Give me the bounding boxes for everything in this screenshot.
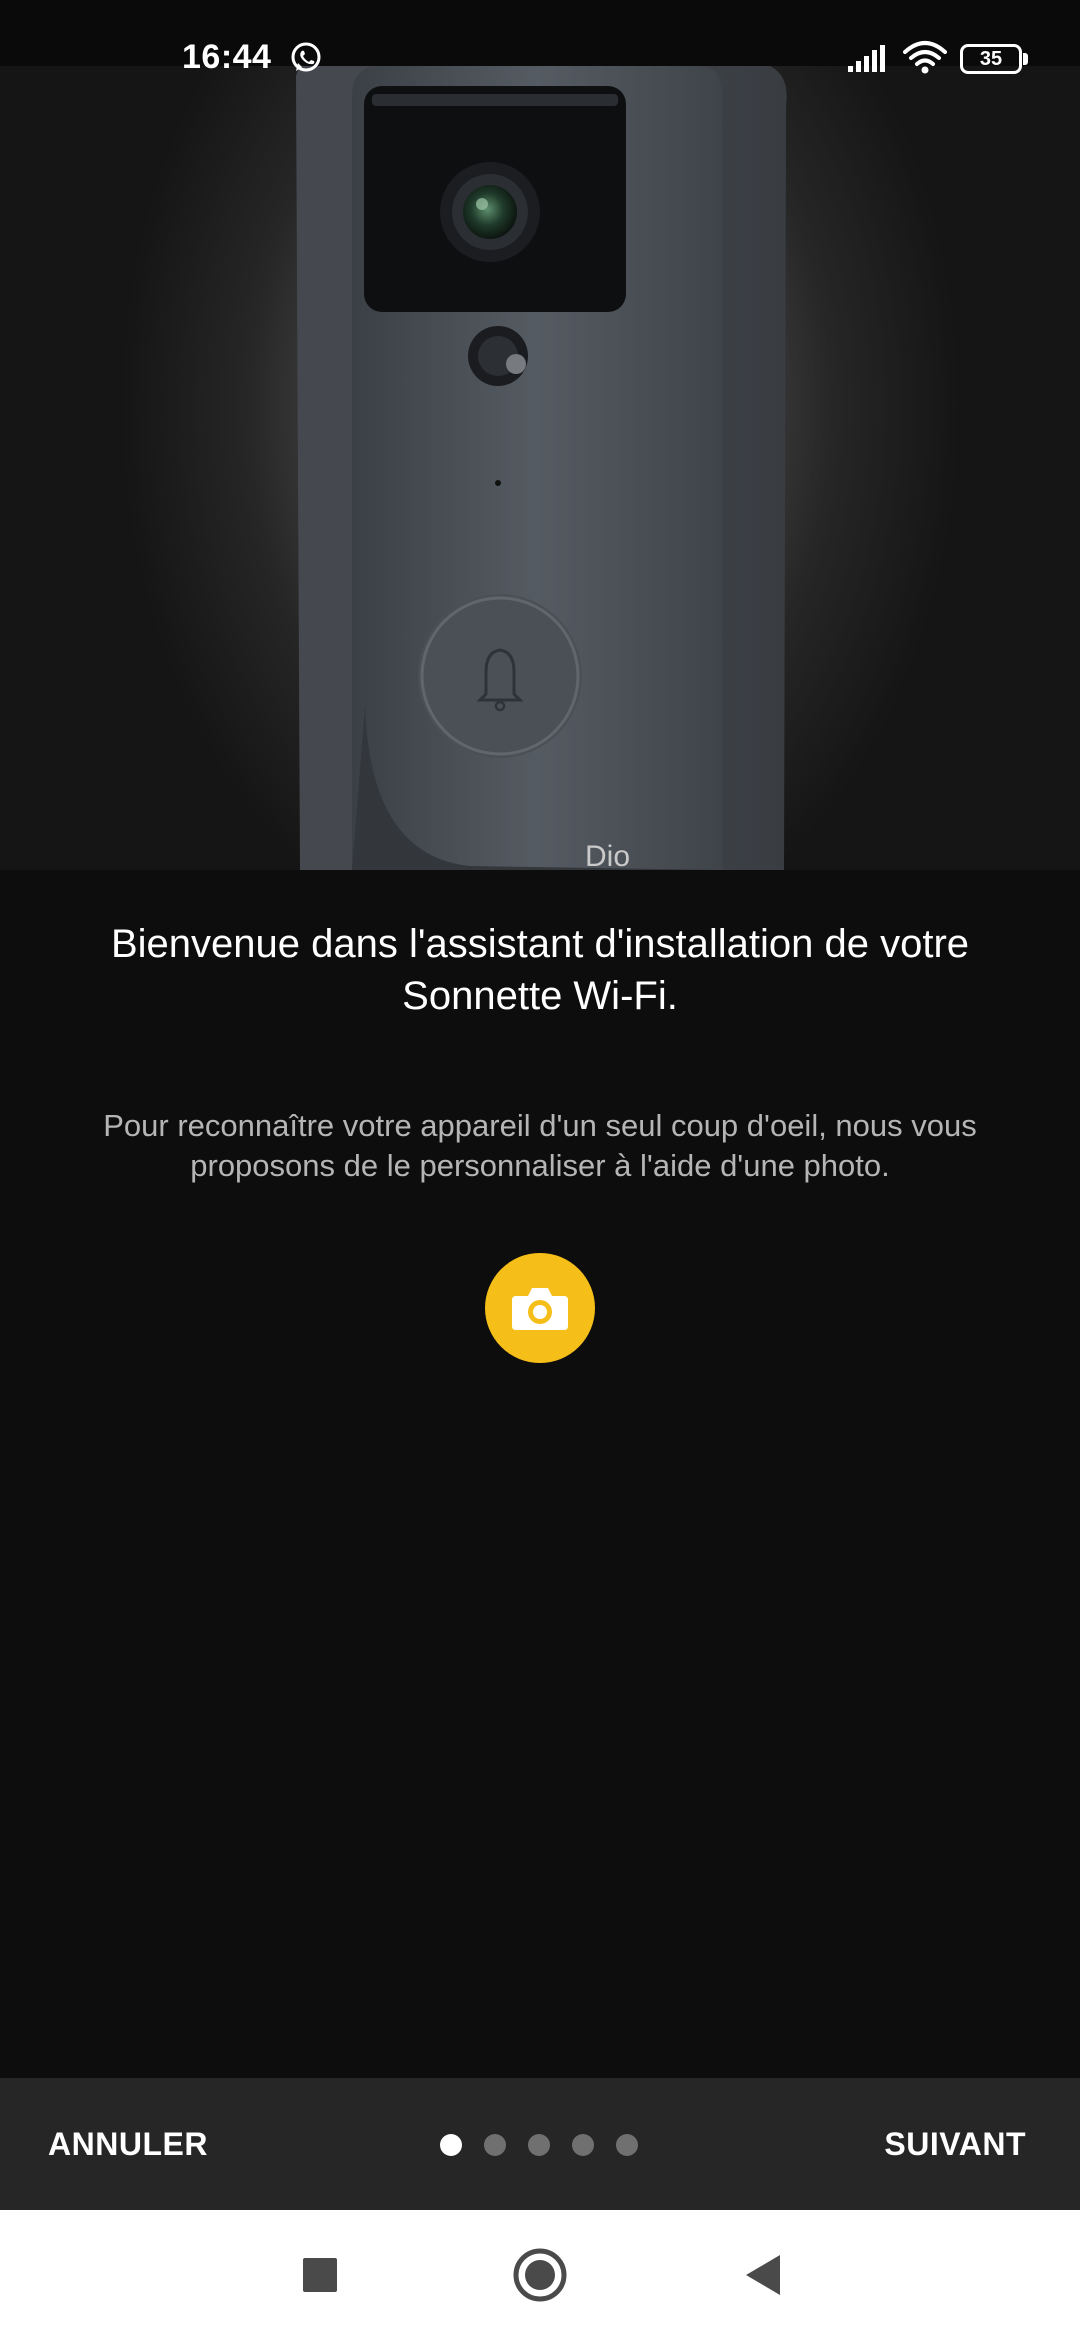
page-dot-1 xyxy=(440,2134,462,2156)
wifi-icon xyxy=(903,41,947,74)
next-button[interactable]: SUIVANT xyxy=(884,2078,1026,2210)
status-time: 16:44 xyxy=(182,38,272,76)
back-triangle-icon xyxy=(746,2255,780,2295)
wizard-footer: ANNULER SUIVANT xyxy=(0,2078,1080,2210)
recents-square-icon xyxy=(303,2258,337,2292)
page-dot-2 xyxy=(484,2134,506,2156)
take-photo-button[interactable] xyxy=(485,1253,595,1363)
recents-button[interactable] xyxy=(260,2210,380,2340)
photo-description: Pour reconnaître votre appareil d'un seu… xyxy=(103,1108,977,1183)
brand-mark: Dio xyxy=(585,840,630,870)
status-bar: 16:44 35 xyxy=(0,0,1080,76)
whatsapp-icon xyxy=(291,42,321,72)
system-navigation-bar xyxy=(0,2210,1080,2340)
battery-tip xyxy=(1023,53,1028,65)
doorbell-hero-image: Dio xyxy=(0,66,1080,870)
page-indicator xyxy=(440,2134,650,2156)
page-dot-3 xyxy=(528,2134,550,2156)
cancel-button[interactable]: ANNULER xyxy=(48,2078,208,2210)
camera-icon xyxy=(512,1288,568,1330)
page-dot-4 xyxy=(572,2134,594,2156)
page-dot-5 xyxy=(616,2134,638,2156)
setup-wizard-screen: 16:44 35 Dio Bienvenue dans l'assistant … xyxy=(0,0,1080,2340)
home-button[interactable] xyxy=(480,2210,600,2340)
back-button[interactable] xyxy=(704,2210,824,2340)
battery-icon: 35 xyxy=(960,44,1028,74)
home-circle-icon xyxy=(513,2248,567,2302)
welcome-title: Bienvenue dans l'assistant d'installatio… xyxy=(110,922,970,1018)
battery-level: 35 xyxy=(960,44,1022,74)
signal-icon xyxy=(848,45,885,72)
doorbell-illustration: Dio xyxy=(296,66,787,870)
